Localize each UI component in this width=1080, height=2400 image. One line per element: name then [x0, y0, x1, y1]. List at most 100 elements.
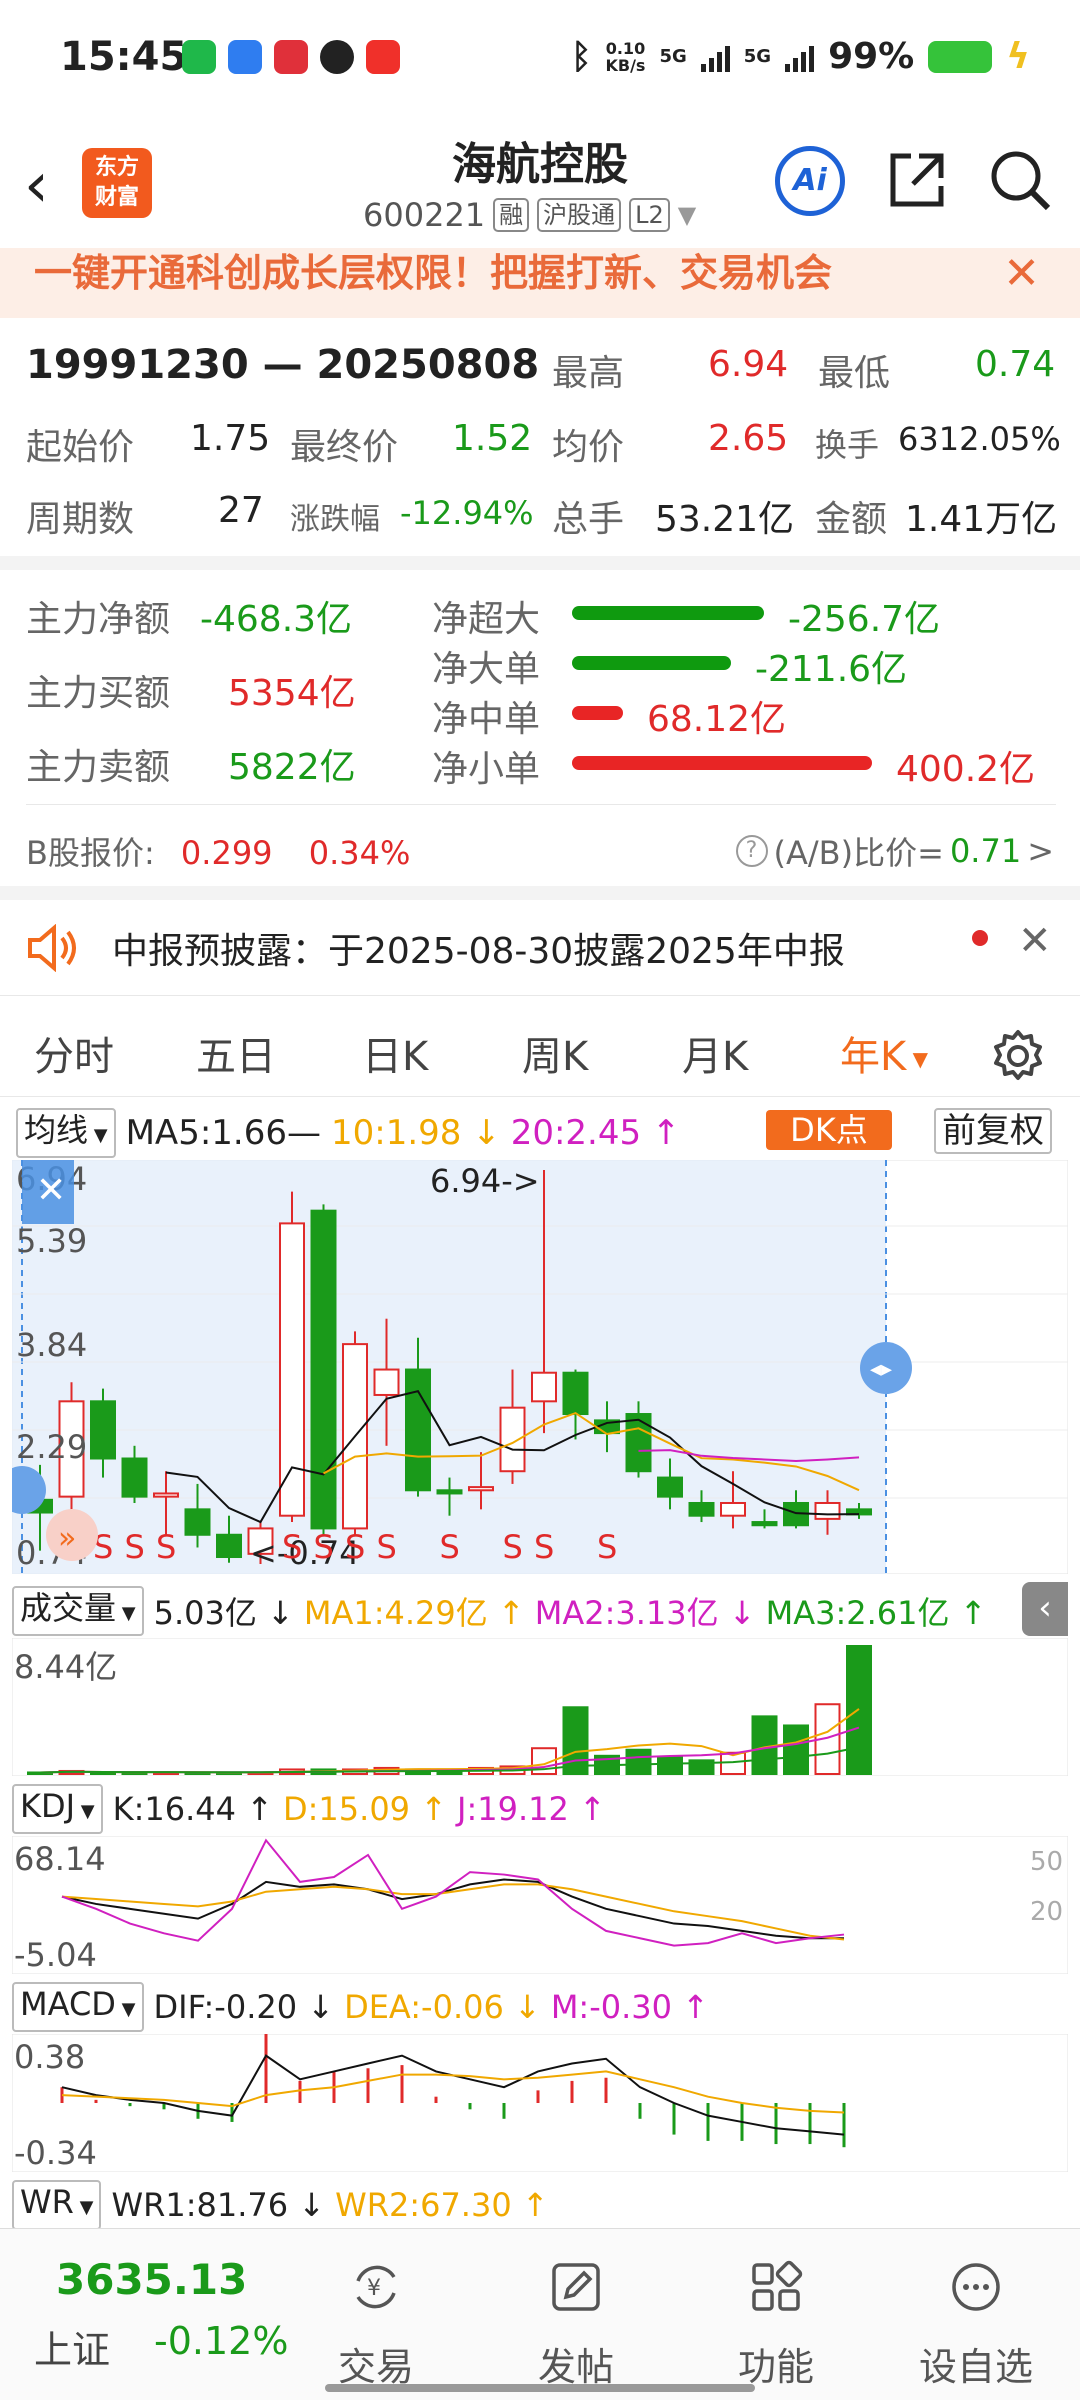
nav-functions[interactable]: 功能: [706, 2259, 846, 2391]
chevron-down-icon: ▼: [677, 201, 697, 229]
settings-gear-icon[interactable]: [990, 1028, 1046, 1084]
banner-close-icon[interactable]: ✕: [1003, 248, 1040, 299]
macd-y-bottom: -0.34: [14, 2134, 97, 2172]
bottom-nav: 3635.13 上证 -0.12% ¥ 交易 发帖 功能 设自选: [0, 2228, 1080, 2400]
flow-bar: [572, 706, 623, 720]
bluetooth-icon: ᛒ: [571, 36, 592, 77]
turnover-value: 6312.05%: [898, 420, 1061, 458]
ma-row: 均线 ▼ MA5:1.66— 10:1.98 ↓ 20:2.45 ↑: [16, 1108, 680, 1158]
ab-ratio[interactable]: ? (A/B)比价= 0.71 >: [735, 828, 1054, 874]
macd-selector[interactable]: MACD ▼: [12, 1982, 144, 2032]
dk-point-button[interactable]: DK点: [766, 1110, 892, 1150]
candle: [720, 1501, 746, 1517]
volume-ma2: MA2:3.13亿 ↓: [534, 1594, 756, 1632]
tab-daily[interactable]: 日K: [362, 1024, 428, 1082]
flow-label: 净大单: [432, 649, 541, 690]
sim2-label: 5G: [743, 46, 772, 67]
avg-label: 均价: [552, 427, 625, 468]
volume-selector[interactable]: 成交量 ▼: [12, 1586, 144, 1636]
ma-selector[interactable]: 均线 ▼: [16, 1108, 116, 1158]
kdj-selector[interactable]: KDJ ▼: [12, 1784, 103, 1834]
tab-intraday[interactable]: 分时: [34, 1024, 114, 1082]
main-net-value: -468.3亿: [200, 599, 353, 640]
volume-ma3: MA3:2.61亿 ↑: [765, 1594, 987, 1632]
tab-weekly[interactable]: 周K: [522, 1024, 588, 1082]
stock-code-row[interactable]: 600221 融 沪股通 L2 ▼: [363, 196, 696, 234]
wr-selector[interactable]: WR ▼: [12, 2180, 102, 2230]
nav-watchlist[interactable]: 设自选: [906, 2259, 1046, 2391]
notes-icon: [228, 40, 262, 74]
home-indicator: [325, 2384, 755, 2392]
volume-ma1: MA1:4.29亿 ↑: [303, 1594, 525, 1632]
sell-signal-marker: S: [597, 1528, 617, 1566]
b-share-label: B股报价:: [26, 834, 155, 872]
flow-label: 净超大: [432, 599, 541, 640]
signal-icon: [700, 42, 730, 72]
drag-icon: ◂▸: [870, 1357, 892, 1382]
sell-signal-marker: S: [440, 1528, 460, 1566]
start-value: 1.75: [190, 418, 271, 459]
kdj-chart[interactable]: 68.14 -5.04 50 20: [12, 1836, 1068, 1974]
volume-value: 53.21亿: [655, 499, 795, 540]
level2-tag: L2: [629, 198, 670, 232]
high-label: 最高: [552, 353, 625, 394]
grid-icon: [752, 2260, 803, 2311]
banner-text: 一键开通科创成长层权限！把握打新、交易机会: [34, 251, 833, 295]
ma10-value: 10:1.98 ↓: [330, 1113, 501, 1153]
low-marker: <-0.74: [250, 1534, 360, 1572]
sell-signal-marker: S: [503, 1528, 523, 1566]
candle: [436, 1489, 463, 1495]
kdj-d: D:15.09 ↑: [283, 1790, 448, 1828]
nav-trade[interactable]: ¥ 交易: [306, 2259, 446, 2391]
candle: [405, 1368, 431, 1492]
tab-yearly[interactable]: 年K ▼: [840, 1024, 928, 1082]
tab-monthly[interactable]: 月K: [682, 1024, 748, 1082]
adjust-button[interactable]: 前复权: [934, 1108, 1052, 1154]
flow-label: 净小单: [432, 749, 541, 790]
volume-chart[interactable]: 8.44亿: [12, 1638, 1068, 1776]
change-label: 涨跌幅: [290, 502, 380, 537]
tab-five-day[interactable]: 五日: [196, 1024, 276, 1082]
ratio-label: (A/B)比价=: [773, 834, 944, 872]
flow-bar: [572, 606, 764, 620]
flow-label: 净中单: [432, 699, 541, 740]
ma20-value: 20:2.45 ↑: [510, 1113, 681, 1153]
notice-close-icon[interactable]: ✕: [1018, 918, 1052, 964]
index-value[interactable]: 3635.13: [56, 2255, 247, 2304]
promo-banner[interactable]: 一键开通科创成长层权限！把握打新、交易机会 ✕: [0, 248, 1080, 318]
wechat-icon: [182, 40, 216, 74]
help-icon[interactable]: ?: [735, 835, 768, 867]
index-change[interactable]: -0.12%: [154, 2319, 288, 2363]
search-icon[interactable]: [988, 148, 1052, 212]
ai-button[interactable]: Ai: [775, 146, 845, 216]
kline-chart[interactable]: 6.94 5.39 3.84 2.29 0.74 6.94-> <-0.74 S…: [12, 1160, 1068, 1574]
candle: [688, 1501, 715, 1517]
amount-value: 1.41万亿: [905, 499, 1058, 540]
status-bar: 15:45 ᛒ 0.10 KB/s 5G 5G 99% ϟ: [0, 0, 1080, 118]
high-value: 6.94: [708, 344, 789, 385]
notice-bar[interactable]: 中报预披露：于2025-08-30披露2025年中报 ✕: [0, 900, 1080, 996]
end-value: 1.52: [452, 418, 533, 459]
panel-toggle-icon[interactable]: ‹: [1022, 1582, 1068, 1636]
macd-chart[interactable]: 0.38 -0.34: [12, 2034, 1068, 2172]
candle: [153, 1492, 179, 1498]
share-icon[interactable]: [885, 148, 949, 212]
y-label-3: 3.84: [16, 1326, 87, 1364]
main-net-label: 主力净额: [26, 599, 171, 640]
sell-signal-marker: S: [534, 1528, 554, 1566]
net-speed: 0.10 KB/s: [605, 38, 646, 75]
flow-bar: [572, 756, 872, 770]
close-icon: ✕: [36, 1170, 66, 1211]
amount-label: 金额: [815, 499, 888, 540]
cycles-label: 周期数: [26, 499, 135, 540]
stock-code: 600221: [363, 196, 486, 234]
b-share-row: B股报价: 0.299 0.34%: [26, 828, 410, 874]
video-icon: [366, 40, 400, 74]
index-name[interactable]: 上证: [34, 2319, 110, 2374]
sell-signal-marker: S: [345, 1528, 365, 1566]
macd-m: M:-0.30 ↑: [550, 1988, 709, 2026]
sell-signal-marker: S: [125, 1528, 145, 1566]
nav-post[interactable]: 发帖: [506, 2259, 646, 2391]
wr2-value: WR2:67.30 ↑: [335, 2186, 549, 2224]
cycles-value: 27: [218, 490, 264, 531]
